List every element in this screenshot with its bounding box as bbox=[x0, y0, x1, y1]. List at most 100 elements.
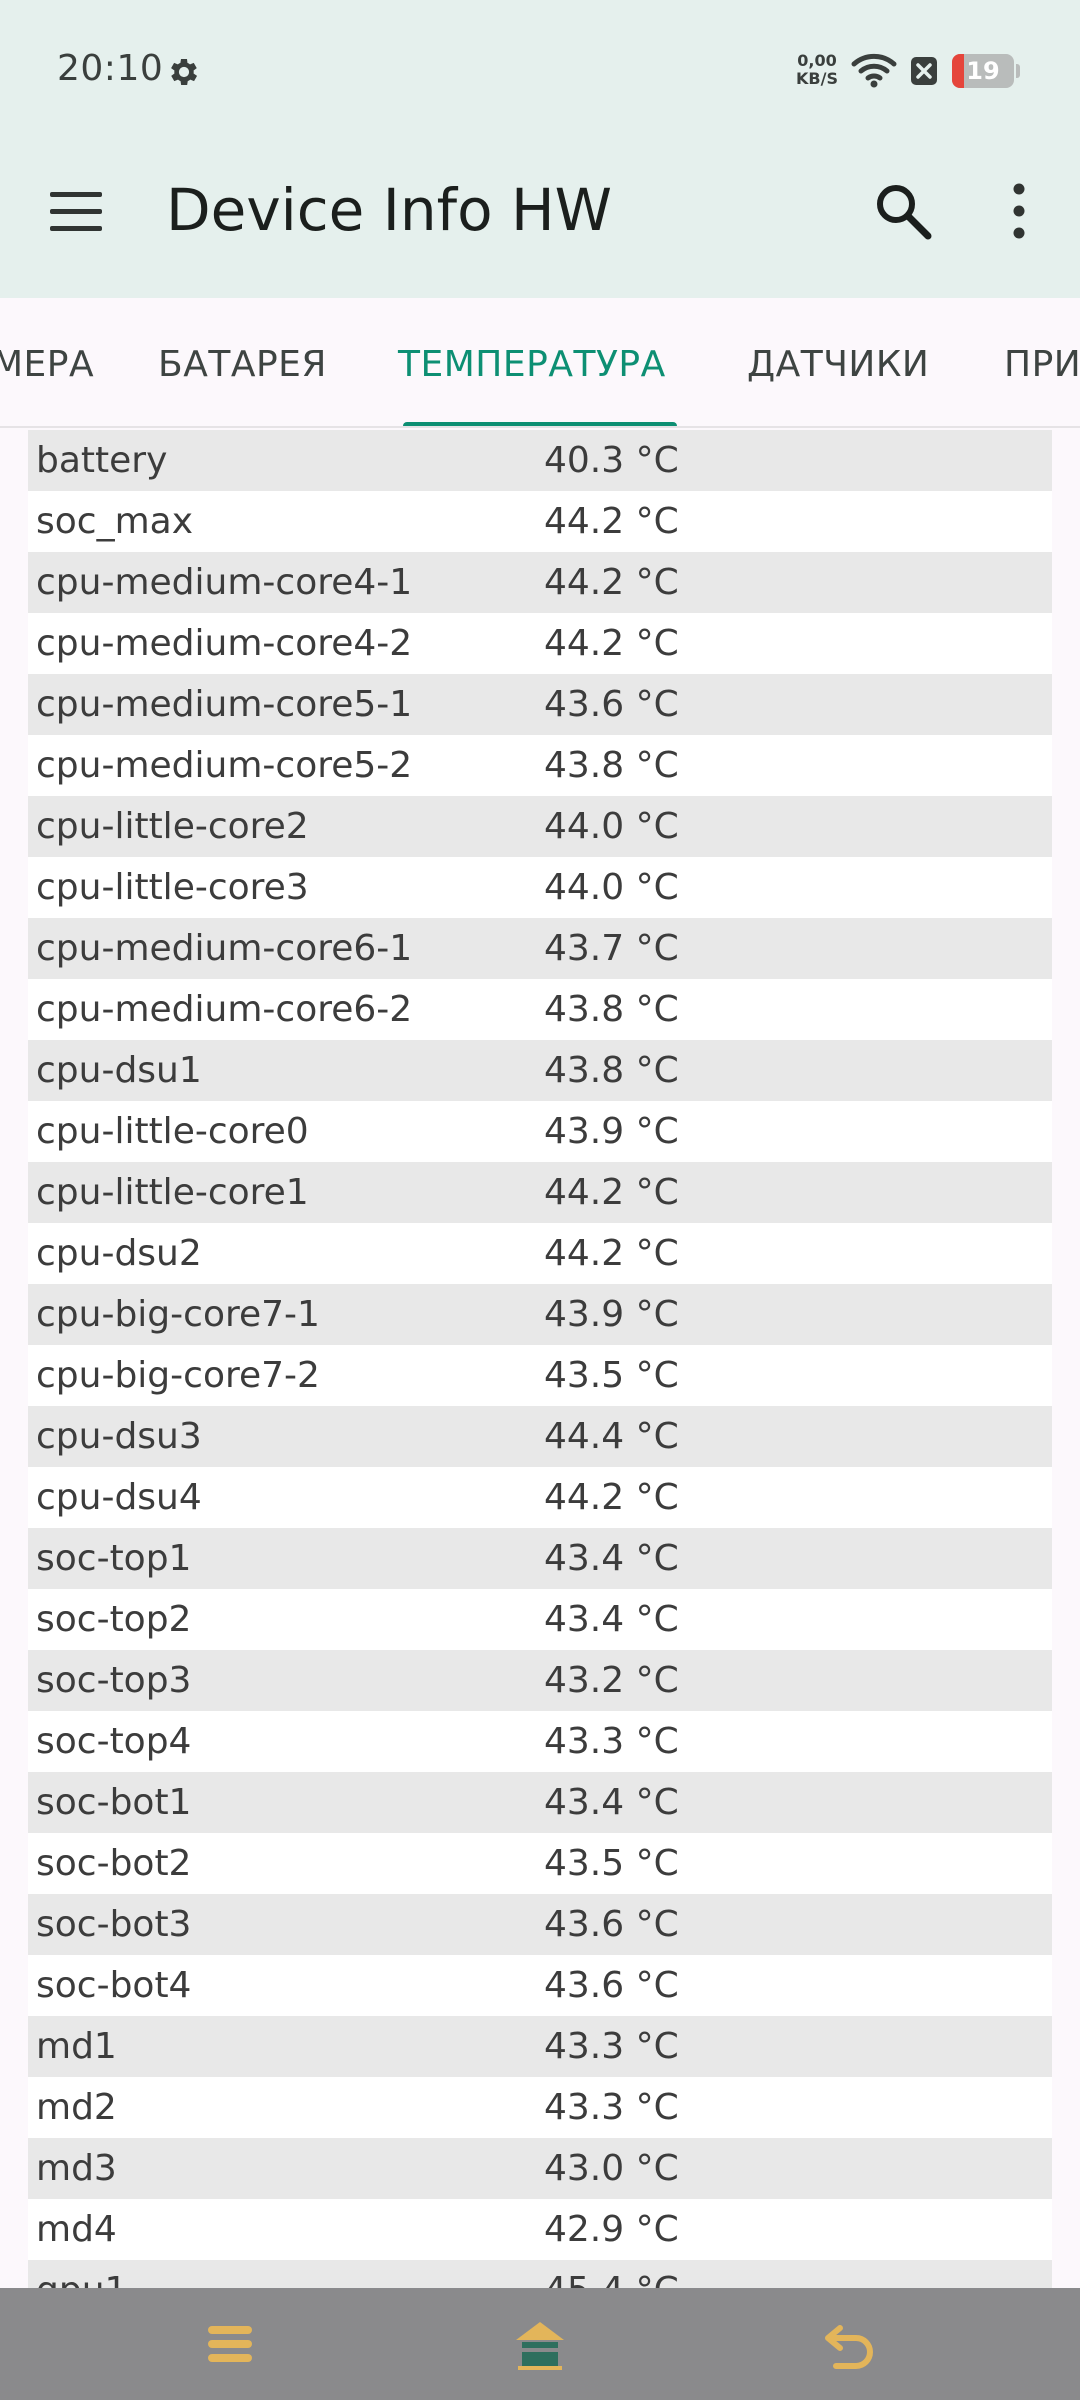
list-item[interactable]: cpu-dsu3 44.4 °C bbox=[28, 1406, 1052, 1467]
tab-camera[interactable]: МЕРА bbox=[0, 298, 94, 426]
temperature-list[interactable]: battery 40.3 °C soc_max 44.2 °C cpu-medium-c… bbox=[28, 430, 1052, 2288]
list-item[interactable]: cpu-little-core0 43.9 °C bbox=[28, 1101, 1052, 1162]
sensor-name: cpu-dsu1 bbox=[36, 1050, 202, 1091]
sensor-temperature: 43.4 °C bbox=[544, 1599, 679, 1640]
sensor-name: cpu-medium-core6-1 bbox=[36, 928, 413, 969]
list-item[interactable]: md4 42.9 °C bbox=[28, 2199, 1052, 2260]
no-sim-icon bbox=[911, 57, 937, 85]
sensor-temperature: 43.4 °C bbox=[544, 1538, 679, 1579]
sensor-name: md4 bbox=[36, 2209, 117, 2250]
sensor-name: soc_max bbox=[36, 501, 194, 542]
battery-tip bbox=[1016, 64, 1020, 78]
sensor-temperature: 44.2 °C bbox=[544, 1233, 679, 1274]
sensor-temperature: 42.9 °C bbox=[544, 2209, 679, 2250]
app-title: Device Info HW bbox=[166, 176, 612, 244]
list-item[interactable]: soc-bot1 43.4 °C bbox=[28, 1772, 1052, 1833]
sensor-temperature: 43.5 °C bbox=[544, 1843, 679, 1884]
sensor-temperature: 43.3 °C bbox=[544, 1721, 679, 1762]
status-bar: 20:10 0,00 KB/S 19 bbox=[0, 0, 1080, 142]
list-item[interactable]: cpu-little-core1 44.2 °C bbox=[28, 1162, 1052, 1223]
list-item[interactable]: soc_max 44.2 °C bbox=[28, 491, 1052, 552]
list-item[interactable]: cpu-big-core7-2 43.5 °C bbox=[28, 1345, 1052, 1406]
tab-sensors[interactable]: ДАТЧИКИ bbox=[747, 298, 929, 426]
list-item[interactable]: md1 43.3 °C bbox=[28, 2016, 1052, 2077]
list-item[interactable]: soc-top1 43.4 °C bbox=[28, 1528, 1052, 1589]
sensor-name: soc-top3 bbox=[36, 1660, 192, 1701]
battery-level-text: 19 bbox=[966, 57, 1000, 85]
settings-gear-icon bbox=[171, 58, 198, 86]
sensor-temperature: 43.6 °C bbox=[544, 1904, 679, 1945]
sensor-name: cpu-big-core7-1 bbox=[36, 1294, 320, 1335]
sensor-name: soc-bot4 bbox=[36, 1965, 192, 2006]
list-item[interactable]: gpu1 45.4 °C bbox=[28, 2260, 1052, 2288]
sensor-temperature: 43.8 °C bbox=[544, 1050, 679, 1091]
sensor-name: md1 bbox=[36, 2026, 117, 2067]
sensor-temperature: 44.2 °C bbox=[544, 501, 679, 542]
list-item[interactable]: battery 40.3 °C bbox=[28, 430, 1052, 491]
sensor-temperature: 43.6 °C bbox=[544, 684, 679, 725]
sensor-temperature: 43.9 °C bbox=[544, 1294, 679, 1335]
list-item[interactable]: cpu-little-core2 44.0 °C bbox=[28, 796, 1052, 857]
list-item[interactable]: soc-bot4 43.6 °C bbox=[28, 1955, 1052, 2016]
sensor-temperature: 44.0 °C bbox=[544, 806, 679, 847]
sensor-name: cpu-little-core2 bbox=[36, 806, 309, 847]
list-item[interactable]: soc-top4 43.3 °C bbox=[28, 1711, 1052, 1772]
list-item[interactable]: cpu-medium-core6-2 43.8 °C bbox=[28, 979, 1052, 1040]
tab-temperature[interactable]: ТЕМПЕРАТУРА bbox=[398, 298, 666, 426]
status-time: 20:10 bbox=[57, 48, 164, 89]
list-item[interactable]: cpu-medium-core5-2 43.8 °C bbox=[28, 735, 1052, 796]
system-navigation-bar bbox=[0, 2288, 1080, 2400]
tab-apps[interactable]: ПРИ bbox=[1004, 298, 1080, 426]
sensor-temperature: 43.6 °C bbox=[544, 1965, 679, 2006]
sensor-temperature: 43.9 °C bbox=[544, 1111, 679, 1152]
tab-bar: МЕРА БАТАРЕЯ ТЕМПЕРАТУРА ДАТЧИКИ ПРИ bbox=[0, 298, 1080, 428]
list-item[interactable]: soc-top3 43.2 °C bbox=[28, 1650, 1052, 1711]
hamburger-menu-icon[interactable] bbox=[48, 184, 104, 240]
sensor-name: soc-top4 bbox=[36, 1721, 192, 1762]
list-item[interactable]: cpu-medium-core4-2 44.2 °C bbox=[28, 613, 1052, 674]
sensor-temperature: 44.4 °C bbox=[544, 1416, 679, 1457]
sensor-name: soc-bot3 bbox=[36, 1904, 192, 1945]
list-item[interactable]: soc-top2 43.4 °C bbox=[28, 1589, 1052, 1650]
sensor-temperature: 44.2 °C bbox=[544, 562, 679, 603]
home-icon[interactable] bbox=[510, 2314, 570, 2374]
sensor-temperature: 43.8 °C bbox=[544, 745, 679, 786]
sensor-name: md3 bbox=[36, 2148, 117, 2189]
list-item[interactable]: md3 43.0 °C bbox=[28, 2138, 1052, 2199]
network-speed-unit: KB/S bbox=[796, 69, 838, 88]
sensor-name: battery bbox=[36, 440, 168, 481]
list-item[interactable]: cpu-big-core7-1 43.9 °C bbox=[28, 1284, 1052, 1345]
more-options-icon[interactable] bbox=[1002, 180, 1036, 242]
list-item[interactable]: cpu-medium-core5-1 43.6 °C bbox=[28, 674, 1052, 735]
list-item[interactable]: soc-bot2 43.5 °C bbox=[28, 1833, 1052, 1894]
sensor-temperature: 43.8 °C bbox=[544, 989, 679, 1030]
list-item[interactable]: cpu-medium-core6-1 43.7 °C bbox=[28, 918, 1052, 979]
sensor-name: cpu-dsu2 bbox=[36, 1233, 202, 1274]
sensor-name: gpu1 bbox=[36, 2260, 127, 2288]
sensor-temperature: 43.5 °C bbox=[544, 1355, 679, 1396]
search-icon[interactable] bbox=[872, 180, 934, 242]
sensor-name: soc-top2 bbox=[36, 1599, 192, 1640]
sensor-name: soc-top1 bbox=[36, 1538, 192, 1579]
list-item[interactable]: cpu-dsu4 44.2 °C bbox=[28, 1467, 1052, 1528]
back-icon[interactable] bbox=[820, 2314, 880, 2374]
sensor-name: md2 bbox=[36, 2087, 117, 2128]
list-item[interactable]: cpu-little-core3 44.0 °C bbox=[28, 857, 1052, 918]
sensor-name: cpu-medium-core4-2 bbox=[36, 623, 413, 664]
sensor-name: soc-bot2 bbox=[36, 1843, 192, 1884]
app-bar: 20:10 0,00 KB/S 19 Device Info HW bbox=[0, 0, 1080, 298]
list-item[interactable]: soc-bot3 43.6 °C bbox=[28, 1894, 1052, 1955]
list-item[interactable]: cpu-dsu1 43.8 °C bbox=[28, 1040, 1052, 1101]
sensor-temperature: 44.2 °C bbox=[544, 1172, 679, 1213]
active-tab-indicator bbox=[403, 422, 677, 426]
sensor-name: cpu-little-core1 bbox=[36, 1172, 309, 1213]
menu-icon[interactable] bbox=[200, 2314, 260, 2374]
list-item[interactable]: cpu-dsu2 44.2 °C bbox=[28, 1223, 1052, 1284]
sensor-name: cpu-medium-core4-1 bbox=[36, 562, 413, 603]
sensor-name: cpu-medium-core5-1 bbox=[36, 684, 413, 725]
sensor-temperature: 40.3 °C bbox=[544, 440, 679, 481]
list-item[interactable]: md2 43.3 °C bbox=[28, 2077, 1052, 2138]
sensor-temperature: 43.3 °C bbox=[544, 2026, 679, 2067]
tab-battery[interactable]: БАТАРЕЯ bbox=[158, 298, 327, 426]
list-item[interactable]: cpu-medium-core4-1 44.2 °C bbox=[28, 552, 1052, 613]
